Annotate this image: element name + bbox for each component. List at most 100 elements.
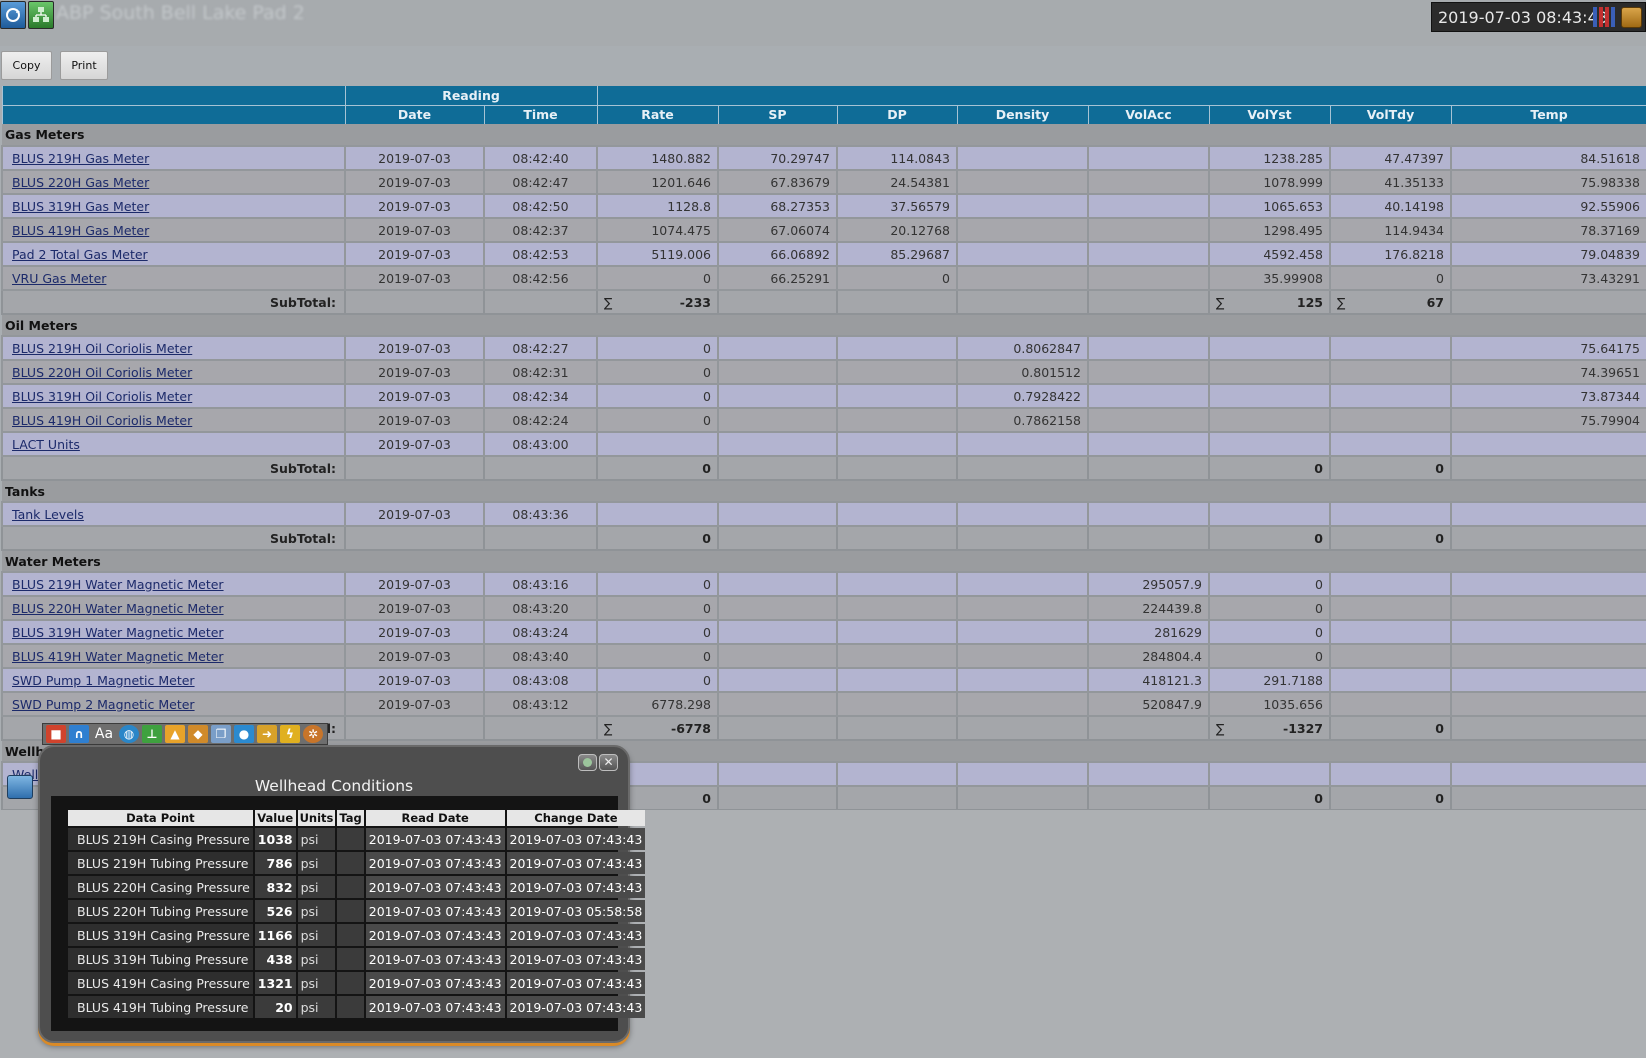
meter-link[interactable]: Pad 2 Total Gas Meter xyxy=(12,247,148,262)
cell-date: 2019-07-03 xyxy=(344,217,485,243)
col-volacc[interactable]: VolAcc xyxy=(1087,105,1210,124)
col-tag[interactable]: Tag xyxy=(337,810,364,826)
subtotal-volyst-value: 0 xyxy=(1314,790,1323,806)
lightning-icon[interactable]: ϟ xyxy=(280,725,300,743)
cell-time: 08:43:00 xyxy=(483,431,598,457)
globe-icon[interactable]: ◍ xyxy=(119,725,139,743)
subtotal-label: SubTotal: xyxy=(1,289,346,315)
col-name[interactable] xyxy=(1,105,346,124)
meter-link[interactable]: BLUS 419H Oil Coriolis Meter xyxy=(12,413,192,428)
cell-date: 2019-07-03 xyxy=(344,501,485,527)
meter-link[interactable]: BLUS 419H Water Magnetic Meter xyxy=(12,649,224,664)
print-button[interactable]: Print xyxy=(60,51,108,80)
col-time[interactable]: Time xyxy=(483,105,598,124)
col-density[interactable]: Density xyxy=(956,105,1089,124)
meter-link[interactable]: BLUS 219H Water Magnetic Meter xyxy=(12,577,224,592)
meter-link[interactable]: SWD Pump 1 Magnetic Meter xyxy=(12,673,195,688)
wellhead-read-date: 2019-07-03 07:43:43 xyxy=(365,900,505,922)
meter-link[interactable]: BLUS 319H Oil Coriolis Meter xyxy=(12,389,192,404)
wellhead-units: psi xyxy=(297,924,336,946)
cell-rate: 1128.8 xyxy=(596,193,719,219)
meter-link[interactable]: BLUS 220H Oil Coriolis Meter xyxy=(12,365,192,380)
fire-icon[interactable]: ▲ xyxy=(165,725,185,743)
cell-sp xyxy=(717,667,838,693)
wellhead-units: psi xyxy=(297,972,336,994)
wellhead-row: BLUS 219H Tubing Pressure 786 psi 2019-07-0… xyxy=(68,852,646,874)
cell-sp xyxy=(717,335,838,361)
subtotal-time xyxy=(483,455,598,481)
cell-density xyxy=(956,431,1089,457)
col-volyst[interactable]: VolYst xyxy=(1208,105,1331,124)
meter-link[interactable]: SWD Pump 2 Magnetic Meter xyxy=(12,697,195,712)
wellhead-change-date: 2019-07-03 07:43:43 xyxy=(506,996,646,1018)
tag-icon[interactable]: ◆ xyxy=(188,725,208,743)
wellhead-tag xyxy=(337,972,364,994)
meter-link[interactable]: VRU Gas Meter xyxy=(12,271,106,286)
cell-rate: 5119.006 xyxy=(596,241,719,267)
top-bar: ABP South Bell Lake Pad 2 2019-07-03 08:… xyxy=(0,0,1646,80)
meter-link[interactable]: BLUS 319H Water Magnetic Meter xyxy=(12,625,224,640)
col-sp[interactable]: SP xyxy=(717,105,838,124)
font-icon[interactable]: Aa xyxy=(92,725,116,743)
col-value[interactable]: Value xyxy=(254,810,296,826)
wellhead-value: 786 xyxy=(254,852,296,874)
cell-temp xyxy=(1450,643,1646,669)
col-units[interactable]: Units xyxy=(297,810,336,826)
meter-link[interactable]: BLUS 319H Gas Meter xyxy=(12,199,149,214)
cell-volacc xyxy=(1087,169,1210,195)
meter-link[interactable]: Tank Levels xyxy=(12,507,84,522)
cell-date: 2019-07-03 xyxy=(344,193,485,219)
stop-icon[interactable]: ■ xyxy=(46,725,66,743)
col-data-point[interactable]: Data Point xyxy=(68,810,253,826)
col-dp[interactable]: DP xyxy=(836,105,958,124)
package-side-icon[interactable] xyxy=(7,775,33,799)
col-temp[interactable]: Temp xyxy=(1450,105,1646,124)
copy-button[interactable]: Copy xyxy=(1,51,52,80)
header-blank-right xyxy=(596,86,1646,106)
cell-dp xyxy=(836,359,958,385)
hierarchy-icon[interactable] xyxy=(28,1,54,29)
cell-density xyxy=(956,193,1089,219)
col-change-date[interactable]: Change Date xyxy=(506,810,646,826)
meter-name-cell: BLUS 219H Oil Coriolis Meter xyxy=(1,335,346,361)
close-icon[interactable]: ✕ xyxy=(599,754,618,771)
meter-link[interactable]: BLUS 419H Gas Meter xyxy=(12,223,149,238)
package-icon[interactable] xyxy=(1621,7,1642,28)
clock: 2019-07-03 08:43:43 xyxy=(1438,8,1608,27)
col-voltdy[interactable]: VolTdy xyxy=(1329,105,1452,124)
alarm-bars-icon[interactable] xyxy=(1593,7,1615,27)
meter-link[interactable]: LACT Units xyxy=(12,437,80,452)
sigma-icon: ∑ xyxy=(604,294,613,310)
copy-icon[interactable]: ❐ xyxy=(211,725,231,743)
tree-icon[interactable]: ⊥ xyxy=(142,725,162,743)
wellhead-units: psi xyxy=(297,948,336,970)
gear-icon[interactable]: ✲ xyxy=(303,725,323,743)
meter-link[interactable]: BLUS 219H Gas Meter xyxy=(12,151,149,166)
subtotal-dp xyxy=(836,715,958,741)
subtotal-volyst: 0 xyxy=(1208,785,1331,811)
col-rate[interactable]: Rate xyxy=(596,105,719,124)
meter-link[interactable]: BLUS 219H Oil Coriolis Meter xyxy=(12,341,192,356)
cell-density xyxy=(956,145,1089,171)
subtotal-voltdy-value: 0 xyxy=(1435,790,1444,806)
camera-icon[interactable]: ● xyxy=(234,725,254,743)
dialog-title: Wellhead Conditions xyxy=(254,777,414,795)
meter-link[interactable]: BLUS 220H Water Magnetic Meter xyxy=(12,601,224,616)
magnet-icon[interactable]: ∩ xyxy=(69,725,89,743)
cell-volyst xyxy=(1208,431,1331,457)
meter-link[interactable]: BLUS 220H Gas Meter xyxy=(12,175,149,190)
subtotal-sp xyxy=(717,289,838,315)
subtotal-sp xyxy=(717,715,838,741)
cell-sp xyxy=(717,431,838,457)
col-date[interactable]: Date xyxy=(344,105,485,124)
refresh-icon[interactable] xyxy=(0,1,26,29)
col-read-date[interactable]: Read Date xyxy=(365,810,505,826)
cell-dp xyxy=(836,383,958,409)
minimize-icon[interactable] xyxy=(578,754,597,771)
cell-temp: 75.79904 xyxy=(1450,407,1646,433)
cell-voltdy xyxy=(1329,691,1452,717)
export-icon[interactable]: ➜ xyxy=(257,725,277,743)
cell-volacc xyxy=(1087,761,1210,787)
wellhead-read-date: 2019-07-03 07:43:43 xyxy=(365,876,505,898)
wellhead-data-point: BLUS 219H Casing Pressure xyxy=(68,828,253,850)
